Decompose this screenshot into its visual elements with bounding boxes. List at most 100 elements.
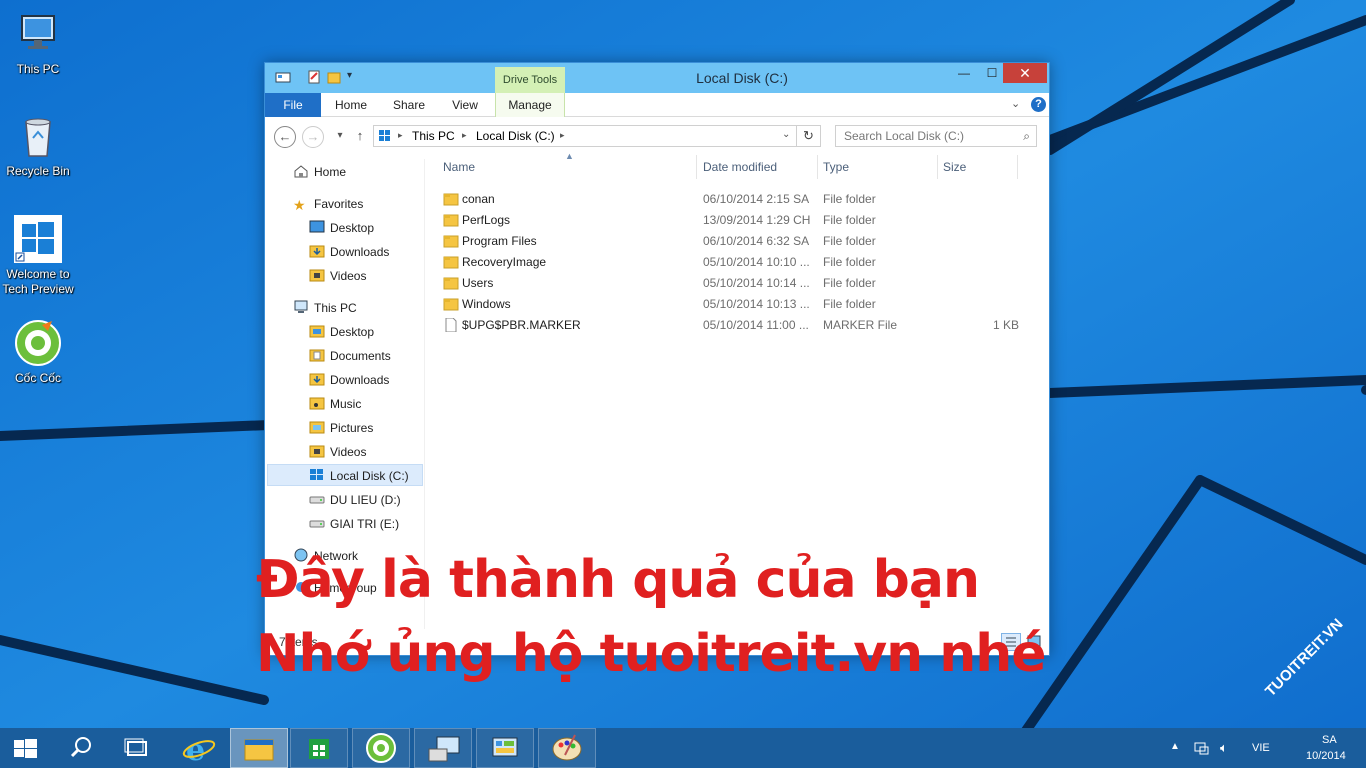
search-icon: ⌕ xyxy=(1023,129,1030,143)
taskbar-file-explorer[interactable] xyxy=(230,728,288,768)
up-button[interactable]: ↑ xyxy=(349,126,371,148)
file-explorer-icon xyxy=(244,739,274,761)
file-row[interactable]: Program Files 06/10/2014 6:32 SA File fold… xyxy=(439,231,1029,252)
desktop-icon-label-line2: Tech Preview xyxy=(2,282,74,296)
nav-fav-videos[interactable]: Videos xyxy=(309,265,366,287)
tab-file[interactable]: File xyxy=(265,93,321,117)
desktop-icon-coccoc[interactable]: Cốc Cốc xyxy=(0,319,76,386)
nav-pc-pictures[interactable]: Pictures xyxy=(309,417,373,439)
tab-home[interactable]: Home xyxy=(325,93,377,117)
magnifier-icon xyxy=(70,737,91,758)
window-title: Local Disk (C:) xyxy=(696,70,788,86)
address-row: ← → ▾ ↑ ▸ This PC ▸ Local Disk (C:) ▸ ⌄ … xyxy=(265,121,1049,151)
close-button[interactable]: ✕ xyxy=(1003,63,1047,83)
file-row[interactable]: Users 05/10/2014 10:14 ... File folder xyxy=(439,273,1029,294)
file-type: File folder xyxy=(823,276,876,290)
nav-drive-e[interactable]: GIAI TRI (E:) xyxy=(309,513,399,535)
taskbar-remote-desktop[interactable] xyxy=(414,728,472,768)
taskbar-internet-explorer[interactable]: e xyxy=(170,728,228,768)
nav-pc-desktop[interactable]: Desktop xyxy=(309,321,374,343)
column-divider[interactable] xyxy=(817,155,818,179)
column-divider[interactable] xyxy=(937,155,938,179)
file-icon xyxy=(443,318,459,339)
nav-this-pc-label: This PC xyxy=(314,301,357,315)
column-header-name[interactable]: Name xyxy=(443,159,475,181)
taskbar-coccoc[interactable] xyxy=(352,728,410,768)
home-icon xyxy=(293,163,309,178)
nav-favorites[interactable]: ★ Favorites xyxy=(293,193,363,215)
nav-pc-videos[interactable]: Videos xyxy=(309,441,366,463)
start-button[interactable] xyxy=(0,728,58,768)
breadcrumb-local-disk[interactable]: Local Disk (C:) xyxy=(476,129,555,143)
nav-fav-desktop[interactable]: Desktop xyxy=(309,217,374,239)
nav-fav-downloads[interactable]: Downloads xyxy=(309,241,389,263)
downloads-folder-icon xyxy=(309,371,325,386)
this-pc-icon xyxy=(14,10,62,58)
nav-label: Downloads xyxy=(330,373,390,387)
taskbar-store[interactable] xyxy=(290,728,348,768)
nav-pc-documents[interactable]: Documents xyxy=(309,345,391,367)
tab-manage[interactable]: Manage xyxy=(495,93,565,117)
overlay-headline: Đây là thành quả của bạn xyxy=(256,550,980,610)
breadcrumb-this-pc[interactable]: This PC xyxy=(412,129,455,143)
clock-date[interactable]: 10/2014 xyxy=(1306,750,1346,762)
title-bar[interactable]: ▾ Drive Tools Local Disk (C:) — ☐ ✕ xyxy=(265,63,1049,93)
file-row[interactable]: RecoveryImage 05/10/2014 10:10 ... File fo… xyxy=(439,252,1029,273)
documents-folder-icon xyxy=(309,347,325,362)
column-divider[interactable] xyxy=(1017,155,1018,179)
breadcrumb-chevron-icon: ▸ xyxy=(560,130,565,140)
refresh-button[interactable]: ↻ xyxy=(797,125,821,147)
overlay-subline: Nhớ ủng hộ tuoitreit.vn nhé xyxy=(256,624,1047,684)
tab-view[interactable]: View xyxy=(441,93,489,117)
forward-button[interactable]: → xyxy=(302,126,324,148)
nav-drive-d[interactable]: DU LIEU (D:) xyxy=(309,489,401,511)
network-tray-icon[interactable] xyxy=(1194,740,1210,759)
desktop-icon-label: Cốc Cốc xyxy=(14,371,61,385)
recycle-bin-icon xyxy=(14,112,62,160)
tab-share[interactable]: Share xyxy=(383,93,435,117)
taskbar-control-panel[interactable] xyxy=(476,728,534,768)
nav-label: Music xyxy=(330,397,362,411)
address-dropdown-icon[interactable]: ⌄ xyxy=(782,129,790,140)
file-row[interactable]: PerfLogs 13/09/2014 1:29 CH File folder xyxy=(439,210,1029,231)
language-indicator[interactable]: VIE xyxy=(1252,742,1270,754)
nav-pc-downloads[interactable]: Downloads xyxy=(309,369,389,391)
nav-local-disk-c[interactable]: Local Disk (C:) xyxy=(267,464,423,486)
nav-label: Videos xyxy=(330,445,367,459)
drive-icon xyxy=(378,129,392,146)
help-icon[interactable]: ? xyxy=(1031,97,1046,112)
nav-pc-music[interactable]: Music xyxy=(309,393,361,415)
desktop-icon-welcome[interactable]: Welcome to Tech Preview xyxy=(0,215,76,297)
minimize-button[interactable]: — xyxy=(949,63,979,83)
file-row[interactable]: conan 06/10/2014 2:15 SA File folder xyxy=(439,189,1029,210)
nav-home[interactable]: Home xyxy=(293,161,346,183)
breadcrumb-chevron-icon: ▸ xyxy=(462,130,467,140)
expand-ribbon-icon[interactable]: ⌄ xyxy=(1011,97,1020,110)
desktop-icon-this-pc[interactable]: This PC xyxy=(0,10,76,77)
recent-locations-button[interactable]: ▾ xyxy=(329,126,351,148)
file-date: 06/10/2014 6:32 SA xyxy=(703,234,810,248)
volume-icon[interactable]: 🔈︎ xyxy=(1220,740,1228,756)
address-bar[interactable]: ▸ This PC ▸ Local Disk (C:) ▸ ⌄ xyxy=(373,125,797,147)
taskbar-paint[interactable] xyxy=(538,728,596,768)
file-size: 1 KB xyxy=(992,318,1019,332)
taskbar: e ▲ 🔈︎ VIE SA 10/2014 xyxy=(0,728,1366,768)
show-hidden-icons-button[interactable]: ▲ xyxy=(1170,741,1180,752)
desktop-icon-label: This PC xyxy=(16,62,60,76)
back-button[interactable]: ← xyxy=(274,126,296,148)
search-button[interactable] xyxy=(54,728,112,768)
desktop-icon-recycle-bin[interactable]: Recycle Bin xyxy=(0,112,76,179)
file-row[interactable]: $UPG$PBR.MARKER 05/10/2014 11:00 ... MARKE… xyxy=(439,315,1029,336)
column-divider[interactable] xyxy=(696,155,697,179)
nav-this-pc[interactable]: This PC xyxy=(293,297,357,319)
column-header-type[interactable]: Type xyxy=(823,159,849,181)
task-view-button[interactable] xyxy=(108,728,166,768)
file-row[interactable]: Windows 05/10/2014 10:13 ... File folder xyxy=(439,294,1029,315)
column-header-size[interactable]: Size xyxy=(943,159,966,181)
clock-time[interactable]: SA xyxy=(1322,734,1337,746)
desktop-folder-icon xyxy=(309,323,325,338)
nav-favorites-label: Favorites xyxy=(314,197,364,211)
column-header-date[interactable]: Date modified xyxy=(703,159,777,181)
search-input[interactable]: Search Local Disk (C:) ⌕ xyxy=(835,125,1037,147)
nav-label: GIAI TRI (E:) xyxy=(330,517,400,531)
